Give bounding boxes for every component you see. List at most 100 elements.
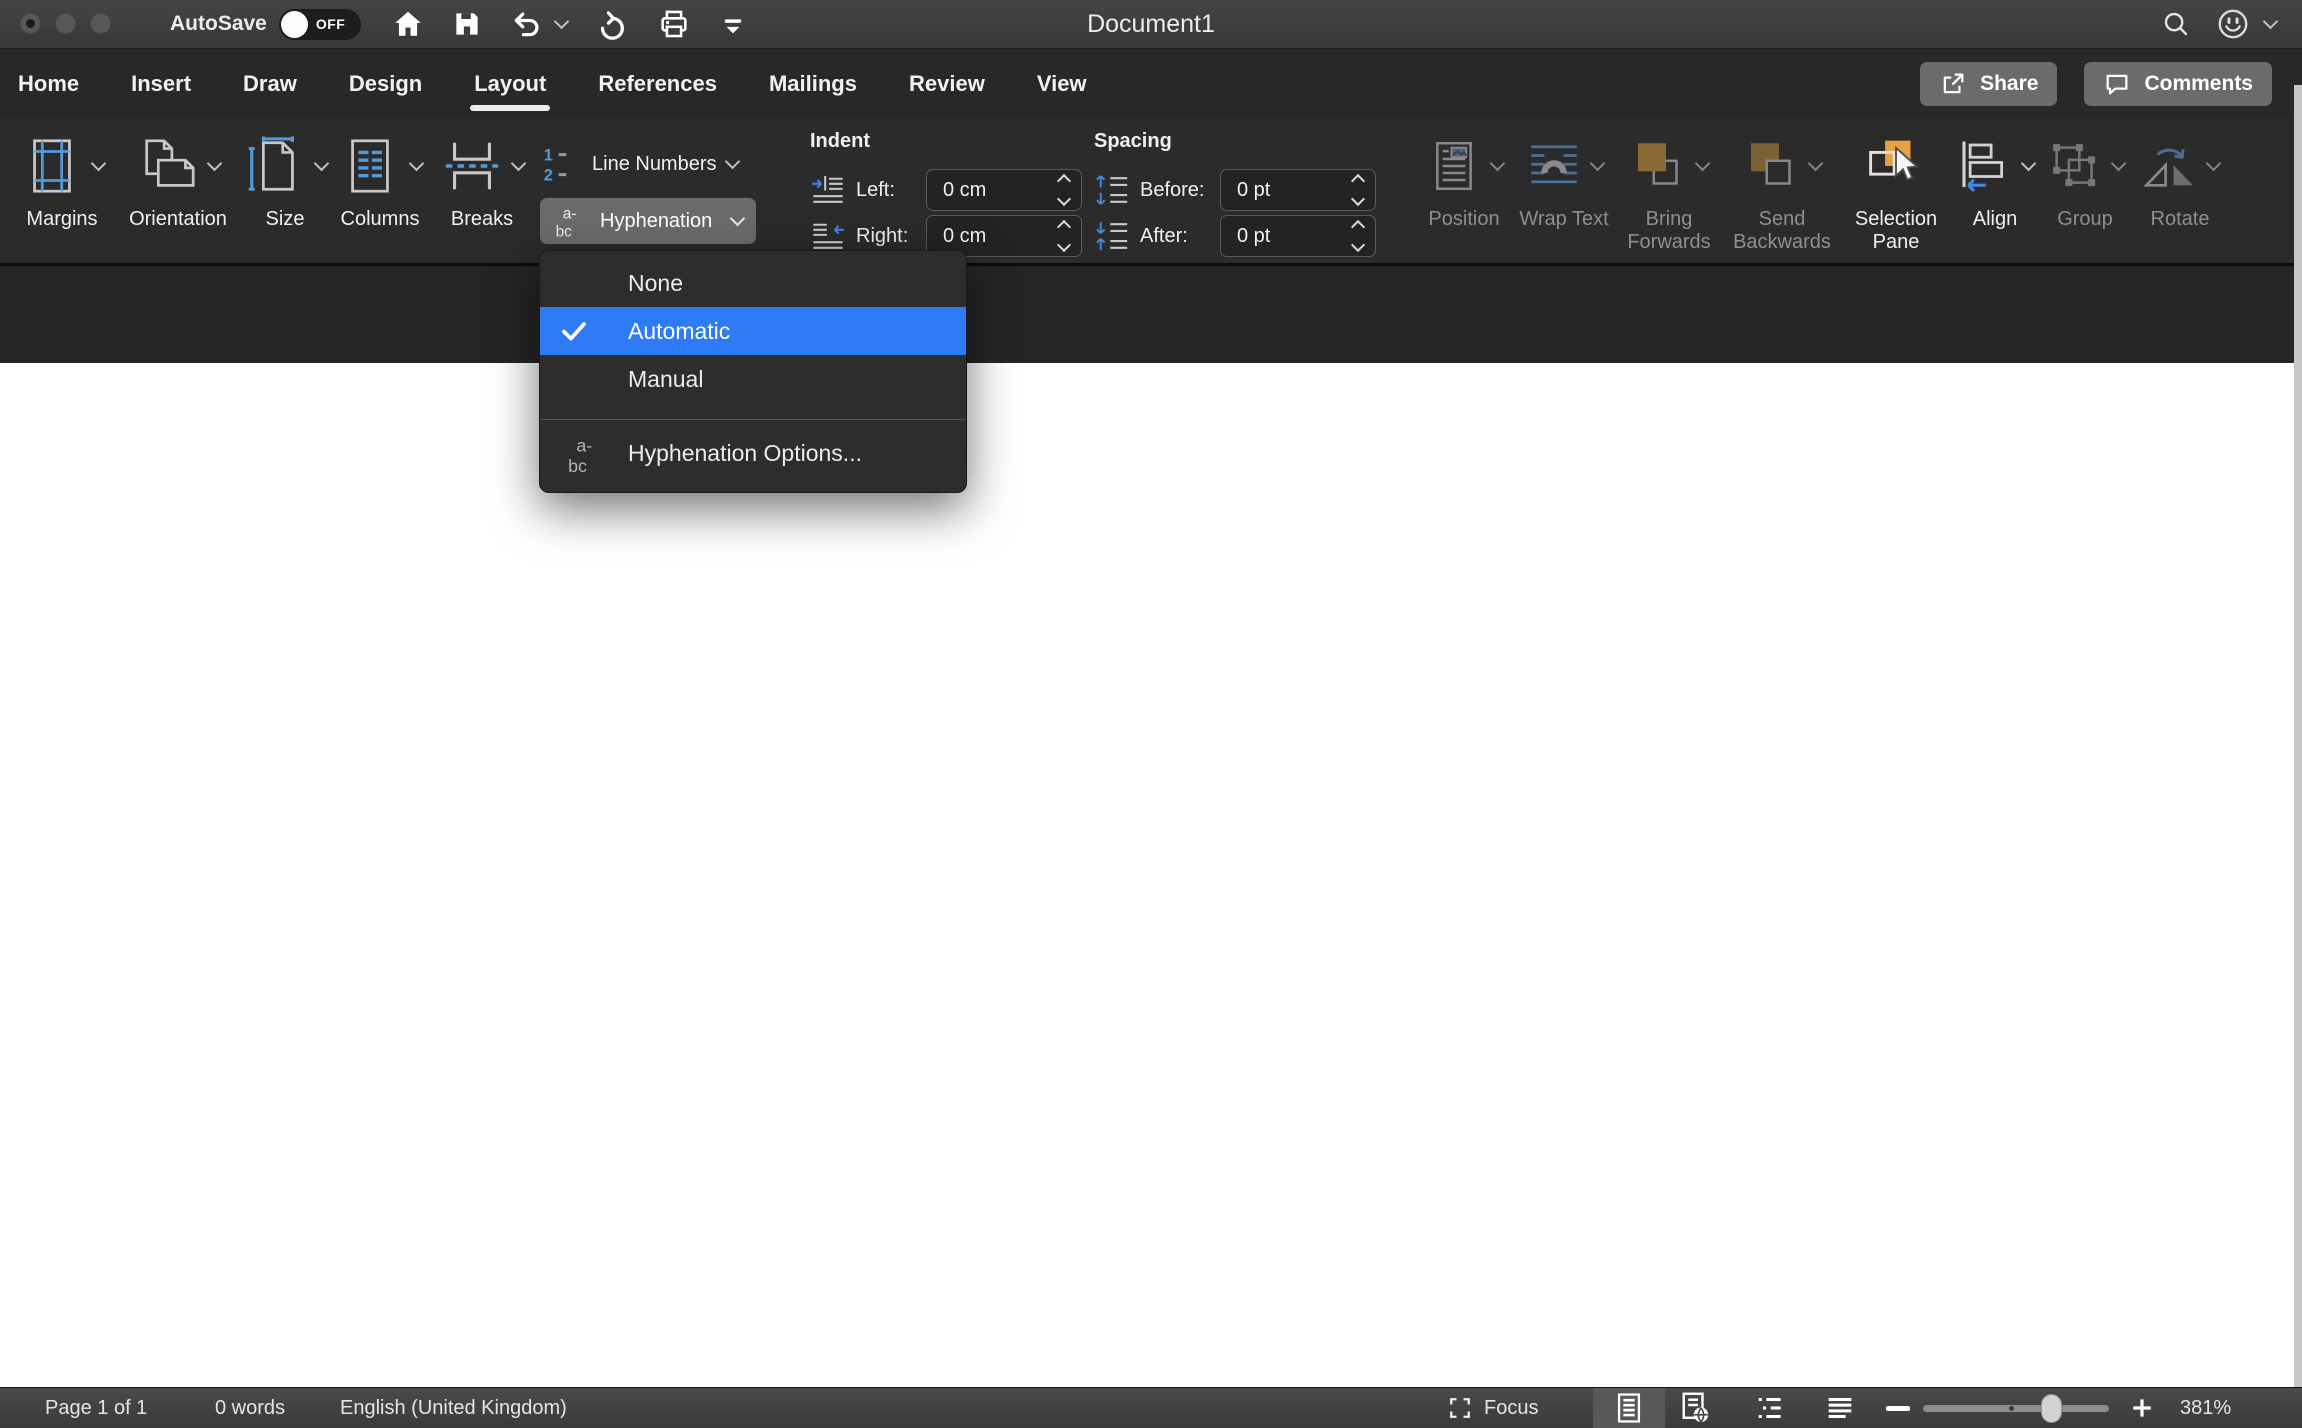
- zoom-slider-thumb[interactable]: [2041, 1394, 2062, 1423]
- document-page[interactable]: [0, 363, 2302, 1387]
- breaks-button[interactable]: Breaks: [438, 128, 526, 231]
- svg-text:a-: a-: [563, 206, 577, 223]
- position-button[interactable]: Position: [1414, 128, 1514, 254]
- bring-forwards-button[interactable]: Bring Forwards: [1614, 128, 1724, 254]
- customize-toolbar-icon[interactable]: [719, 10, 747, 38]
- menu-item-hyphenation-options[interactable]: a-bc Hyphenation Options...: [540, 424, 966, 482]
- print-layout-view-button[interactable]: [1593, 1388, 1665, 1428]
- tab-mailings[interactable]: Mailings: [767, 69, 859, 99]
- spacing-before-field[interactable]: 0 pt: [1220, 169, 1376, 211]
- indent-left-icon: [810, 172, 846, 208]
- language-selector[interactable]: English (United Kingdom): [340, 1388, 567, 1428]
- breaks-chevron-icon: [510, 156, 526, 172]
- draft-view-button[interactable]: [1823, 1388, 1857, 1428]
- columns-button[interactable]: Columns: [332, 128, 428, 231]
- zoom-percentage[interactable]: 381%: [2180, 1388, 2231, 1428]
- indent-left-value: 0 cm: [943, 179, 1059, 202]
- indent-right-stepper[interactable]: [1059, 222, 1069, 250]
- zoom-window-button[interactable]: [90, 13, 111, 34]
- group-label: Group: [2057, 208, 2113, 231]
- wrap-text-label: Wrap Text: [1519, 208, 1608, 231]
- wrap-text-chevron-icon: [1589, 156, 1605, 172]
- home-icon[interactable]: [392, 8, 424, 40]
- search-icon[interactable]: [2161, 9, 2191, 39]
- focus-button[interactable]: Focus: [1446, 1388, 1538, 1428]
- web-layout-view-button[interactable]: [1677, 1388, 1713, 1428]
- group-button[interactable]: Group: [2038, 128, 2132, 254]
- align-button[interactable]: Align: [1952, 128, 2038, 254]
- spacing-before-label: Before:: [1140, 179, 1220, 202]
- undo-icon[interactable]: [510, 7, 544, 41]
- wrap-text-button[interactable]: Wrap Text: [1514, 128, 1614, 254]
- hyphenation-button[interactable]: a-bc Hyphenation: [540, 198, 756, 244]
- margins-label: Margins: [26, 208, 97, 231]
- rotate-label: Rotate: [2151, 208, 2210, 231]
- menu-separator: [540, 419, 966, 420]
- hyphenation-label: Hyphenation: [600, 210, 712, 233]
- send-backwards-button[interactable]: Send Backwards: [1724, 128, 1840, 254]
- comments-button[interactable]: Comments: [2084, 62, 2272, 106]
- spacing-before-stepper[interactable]: [1353, 176, 1363, 204]
- send-backwards-label: Send Backwards: [1724, 208, 1840, 254]
- svg-text:2: 2: [544, 166, 553, 184]
- spacing-after-label: After:: [1140, 225, 1220, 248]
- menu-item-none[interactable]: None: [540, 259, 966, 307]
- bring-forwards-chevron-icon: [1694, 156, 1710, 172]
- zoom-out-button[interactable]: [1886, 1388, 1910, 1428]
- menu-item-manual-label: Manual: [628, 366, 703, 393]
- rotate-button[interactable]: Rotate: [2132, 128, 2228, 254]
- draft-view-icon: [1823, 1391, 1857, 1425]
- line-numbers-button[interactable]: 12 Line Numbers: [540, 142, 738, 186]
- save-icon[interactable]: [452, 9, 482, 39]
- print-layout-icon: [1612, 1391, 1646, 1425]
- tab-draw[interactable]: Draw: [241, 69, 299, 99]
- selection-pane-button[interactable]: Selection Pane: [1840, 128, 1952, 254]
- spacing-after-stepper[interactable]: [1353, 222, 1363, 250]
- tab-layout[interactable]: Layout: [472, 69, 548, 99]
- zoom-slider-midpoint: [2009, 1406, 2014, 1411]
- rotate-chevron-icon: [2205, 156, 2221, 172]
- account-icon[interactable]: [2215, 6, 2251, 42]
- columns-icon: [339, 135, 401, 197]
- size-button[interactable]: Size: [248, 128, 322, 231]
- autosave-toggle[interactable]: OFF: [279, 9, 361, 40]
- orientation-button[interactable]: Orientation: [118, 128, 238, 231]
- page-count-label: Page 1 of 1: [45, 1397, 147, 1420]
- minus-icon: [1886, 1406, 1910, 1411]
- zoom-in-button[interactable]: [2129, 1388, 2155, 1428]
- menu-item-none-label: None: [628, 270, 683, 297]
- bring-forwards-label: Bring Forwards: [1614, 208, 1724, 254]
- page-count[interactable]: Page 1 of 1: [45, 1388, 147, 1428]
- align-label: Align: [1973, 208, 2017, 231]
- print-icon[interactable]: [657, 7, 691, 41]
- spacing-before-row: Before: 0 pt: [1094, 169, 1376, 211]
- menu-item-automatic[interactable]: Automatic: [540, 307, 966, 355]
- size-chevron-icon: [313, 156, 329, 172]
- minimize-window-button[interactable]: [55, 13, 76, 34]
- tab-home[interactable]: Home: [16, 69, 81, 99]
- close-window-button[interactable]: [20, 13, 41, 34]
- tab-insert[interactable]: Insert: [129, 69, 193, 99]
- comments-icon: [2103, 70, 2131, 98]
- margins-button[interactable]: Margins: [16, 128, 108, 231]
- tab-review[interactable]: Review: [907, 69, 987, 99]
- tab-view[interactable]: View: [1035, 69, 1089, 99]
- indent-left-stepper[interactable]: [1059, 176, 1069, 204]
- undo-menu-chevron-icon[interactable]: [554, 14, 570, 30]
- account-menu-chevron-icon[interactable]: [2263, 14, 2279, 30]
- svg-text:bc: bc: [556, 223, 573, 240]
- spacing-after-field[interactable]: 0 pt: [1220, 215, 1376, 257]
- indent-left-row: Left: 0 cm: [810, 169, 1082, 211]
- selection-pane-label: Selection Pane: [1840, 208, 1952, 254]
- share-button[interactable]: Share: [1920, 62, 2057, 106]
- tab-references[interactable]: References: [596, 69, 719, 99]
- outline-view-button[interactable]: [1753, 1388, 1787, 1428]
- menu-item-manual[interactable]: Manual: [540, 355, 966, 403]
- web-layout-icon: [1677, 1390, 1713, 1426]
- indent-left-field[interactable]: 0 cm: [926, 169, 1082, 211]
- tab-design[interactable]: Design: [347, 69, 424, 99]
- vertical-scrollbar[interactable]: [2294, 85, 2302, 1387]
- redo-icon[interactable]: [595, 7, 629, 41]
- word-count[interactable]: 0 words: [215, 1388, 285, 1428]
- zoom-slider[interactable]: [1923, 1405, 2109, 1412]
